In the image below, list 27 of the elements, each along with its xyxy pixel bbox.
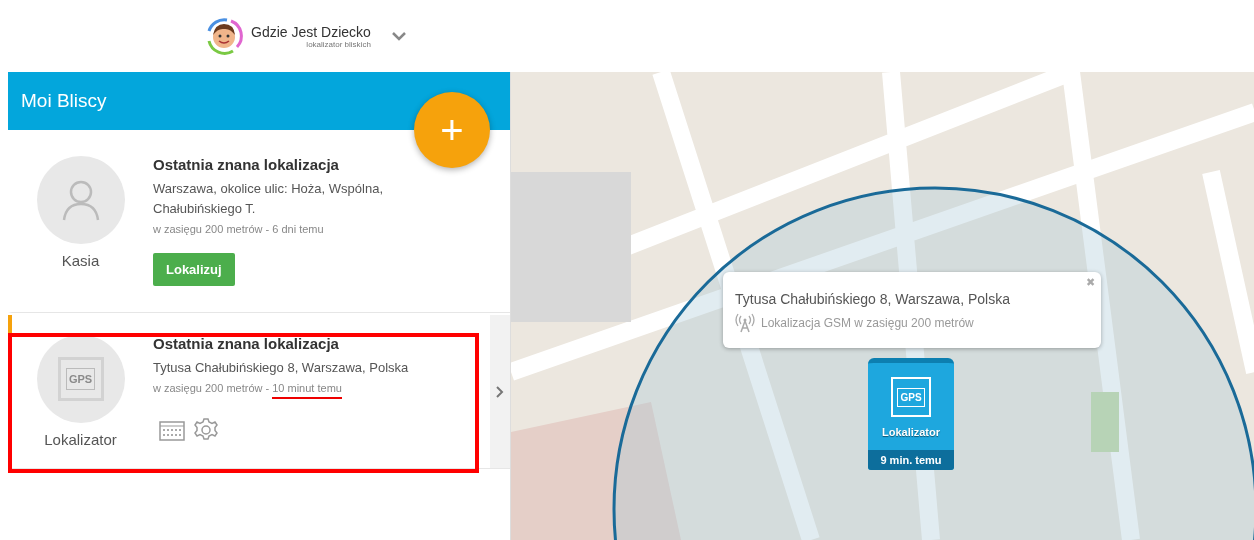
contact-card[interactable]: GPS Lokalizator Ostatnia znana lokalizacja Tytusa Chałubińskiego 8, Warszawa, Polska w zasięgu 200 metrów - 10 minut temu <box>8 315 510 469</box>
gps-device-icon: GPS <box>891 377 931 417</box>
popup-detail: Lokalizacja GSM w zasięgu 200 metrów <box>761 316 974 330</box>
chevron-right-icon <box>496 385 504 398</box>
expand-handle[interactable] <box>490 315 510 468</box>
card-heading: Ostatnia znana lokalizacja <box>153 156 340 173</box>
location-marker[interactable]: GPS Lokalizator 9 min. temu <box>868 358 954 470</box>
card-heading: Ostatnia znana lokalizacja <box>153 335 340 352</box>
map-placeholder[interactable]: ✖ Tytusa Chałubińskiego 8, Warszawa, Polska Lokalizacja GSM w zasięgu 200 metrów GPS Lokalizator 9 min. temu <box>511 72 1254 540</box>
popup-address: Tytusa Chałubińskiego 8, Warszawa, Polska <box>735 291 1011 307</box>
marker-time: 9 min. temu <box>868 450 954 470</box>
chevron-down-icon[interactable] <box>390 31 407 41</box>
address-text: Tytusa Chałubińskiego 8, Warszawa, Polska <box>153 359 410 377</box>
brand-name: Gdzie Jest Dziecko <box>251 23 371 40</box>
brand-tagline: lokalizator bliskich <box>306 39 371 49</box>
antenna-icon <box>735 313 755 333</box>
settings-icon[interactable] <box>193 417 219 443</box>
person-icon <box>60 178 101 222</box>
marker-name: Lokalizator <box>881 426 941 438</box>
contact-name: Kasia <box>61 252 100 269</box>
sidebar-title: Moi Bliscy <box>21 90 107 112</box>
range-text: w zasięgu 200 metrów - 6 dni temu <box>153 223 325 235</box>
contact-name: Lokalizator <box>44 431 117 448</box>
gps-device-icon: GPS <box>57 357 104 401</box>
range-text: w zasięgu 200 metrów - 10 minut temu <box>153 382 433 399</box>
calendar-icon[interactable] <box>159 419 185 441</box>
address-text: Warszawa, okolice ulic: Hoża, Wspólna, Chałubińskiego T. <box>153 180 384 218</box>
